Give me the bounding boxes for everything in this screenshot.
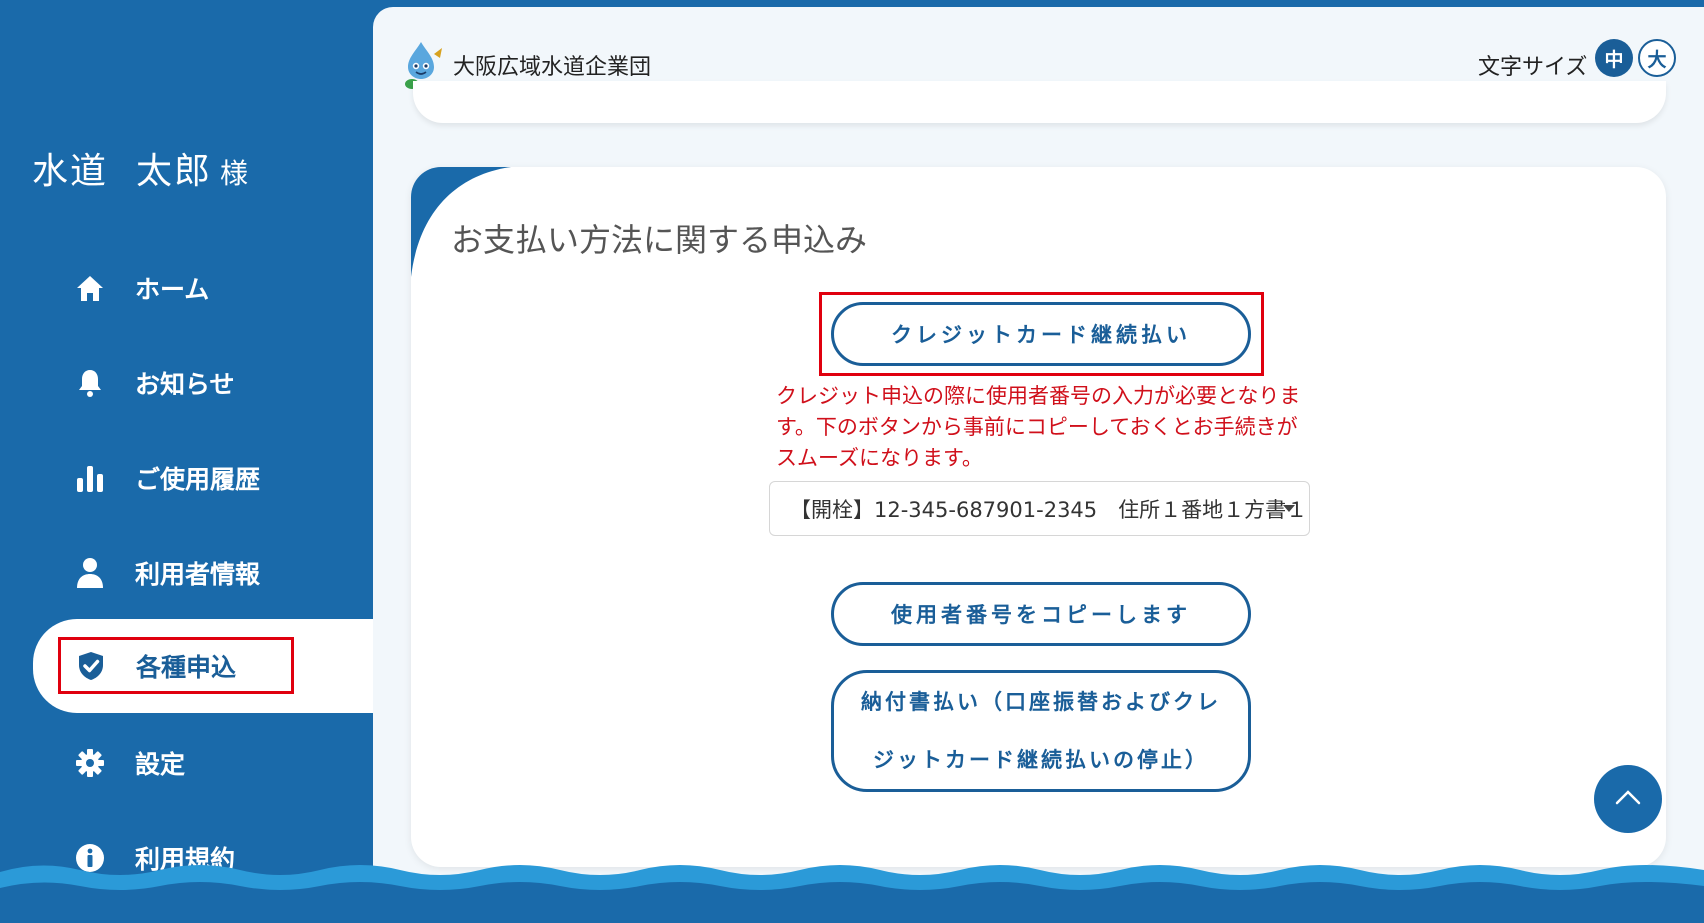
previous-card-bottom [413,81,1666,123]
sidebar-item-notifications[interactable]: お知らせ [0,343,373,423]
sidebar-item-home[interactable]: ホーム [0,248,373,328]
caret-down-icon [1283,505,1295,512]
copy-user-number-button[interactable]: 使用者番号をコピーします [831,582,1251,646]
sidebar: 水道 太郎様 ホーム お知らせ ご使用履歴 利用者情報 各種申込 設定 利用規約 [0,0,378,923]
active-item-highlight-box [58,637,294,694]
main-content: 大阪広域水道企業団 文字サイズ 中 大 お支払い方法に関する申込み クレジットカ… [373,7,1704,891]
font-size-label: 文字サイズ [1478,55,1588,80]
sidebar-item-label: 設定 [135,750,186,779]
credit-button-highlight-box [819,292,1264,376]
gear-icon [73,746,107,780]
sidebar-item-label: ホーム [135,275,210,304]
sidebar-item-label: 利用者情報 [135,560,261,589]
wave-footer [0,865,1704,923]
user-honorific: 様 [220,157,251,190]
bell-icon [73,366,107,400]
sidebar-item-usage-history[interactable]: ご使用履歴 [0,438,373,518]
card-title: お支払い方法に関する申込み [451,221,868,259]
invoice-payment-button[interactable]: 納付書払い（口座振替およびクレジットカード継続払いの停止） [831,670,1251,792]
user-first-name: 太郎 [136,151,213,192]
scroll-to-top-button[interactable] [1594,765,1662,833]
person-icon [73,556,107,590]
font-size-large-button[interactable]: 大 [1638,39,1676,77]
user-number-notice: クレジット申込の際に使用者番号の入力が必要となります。下のボタンから事前にコピー… [776,384,1301,470]
chevron-up-icon [1614,788,1642,810]
user-number-select-value: 【開栓】12-345-687901-2345 住所１番地１方書１ [790,497,1308,522]
user-number-select[interactable]: 【開栓】12-345-687901-2345 住所１番地１方書１ [769,481,1310,536]
sidebar-item-user-info[interactable]: 利用者情報 [0,533,373,613]
user-last-name: 水道 [32,151,109,192]
sidebar-item-label: お知らせ [135,370,235,399]
home-icon [73,271,107,305]
sidebar-item-label: ご使用履歴 [135,465,261,494]
bar-chart-icon [73,461,107,495]
user-name: 水道 太郎様 [32,142,250,194]
font-size-medium-button[interactable]: 中 [1595,39,1633,77]
organization-name: 大阪広域水道企業団 [453,55,652,80]
sidebar-item-settings[interactable]: 設定 [0,723,373,803]
payment-application-card: お支払い方法に関する申込み クレジットカード継続払い クレジット申込の際に使用者… [411,167,1666,867]
